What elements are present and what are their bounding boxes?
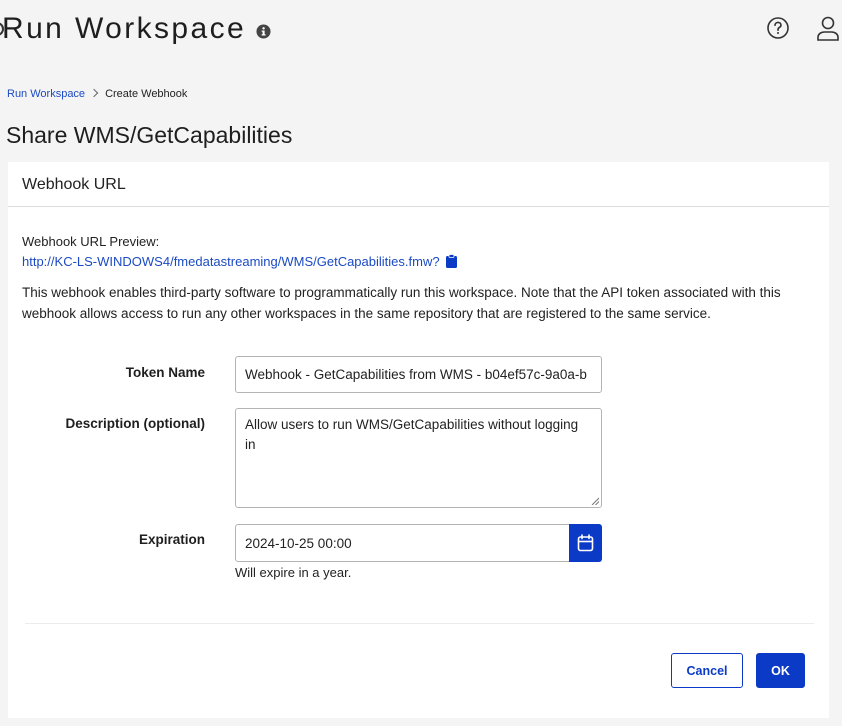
top-bar: Run Workspace [0, 0, 842, 62]
footer-divider [25, 623, 814, 624]
description-textarea[interactable]: Allow users to run WMS/GetCapabilities w… [235, 408, 602, 508]
webhook-preview-url[interactable]: http://KC-LS-WINDOWS4/fmedatastreaming/W… [22, 254, 440, 269]
expiration-helper-text: Will expire in a year. [235, 565, 352, 580]
page-title: Share WMS/GetCapabilities [6, 122, 293, 148]
app-title: Run Workspace [2, 12, 247, 45]
card-header-title: Webhook URL [22, 176, 126, 193]
webhook-preview-url-row: http://KC-LS-WINDOWS4/fmedatastreaming/W… [22, 254, 457, 269]
ok-button[interactable]: OK [756, 653, 805, 688]
info-icon[interactable] [256, 24, 271, 39]
user-icon[interactable] [816, 15, 840, 41]
breadcrumb-current: Create Webhook [105, 88, 188, 100]
clipboard-icon[interactable] [445, 254, 457, 268]
token-name-label: Token Name [125, 365, 205, 380]
calendar-button[interactable] [569, 524, 602, 562]
token-name-input[interactable] [235, 356, 602, 393]
description-label: Description (optional) [65, 416, 206, 431]
webhook-description: This webhook enables third-party softwar… [22, 285, 781, 321]
webhook-card: Webhook URL Webhook URL Preview: http://… [8, 162, 829, 718]
description-textarea-value: Allow users to run WMS/GetCapabilities w… [245, 417, 579, 452]
calendar-icon [577, 534, 594, 552]
chevron-right-icon [89, 88, 99, 98]
breadcrumb-link-run-workspace[interactable]: Run Workspace [7, 88, 85, 100]
expiration-input[interactable] [235, 524, 571, 562]
help-icon[interactable] [766, 16, 790, 40]
webhook-preview-label: Webhook URL Preview: [22, 234, 160, 249]
expiration-label: Expiration [138, 532, 205, 547]
card-header: Webhook URL [8, 162, 829, 207]
resize-handle-icon[interactable] [591, 497, 599, 505]
breadcrumb: Run Workspace Create Webhook [7, 88, 187, 100]
cancel-button[interactable]: Cancel [671, 653, 743, 688]
